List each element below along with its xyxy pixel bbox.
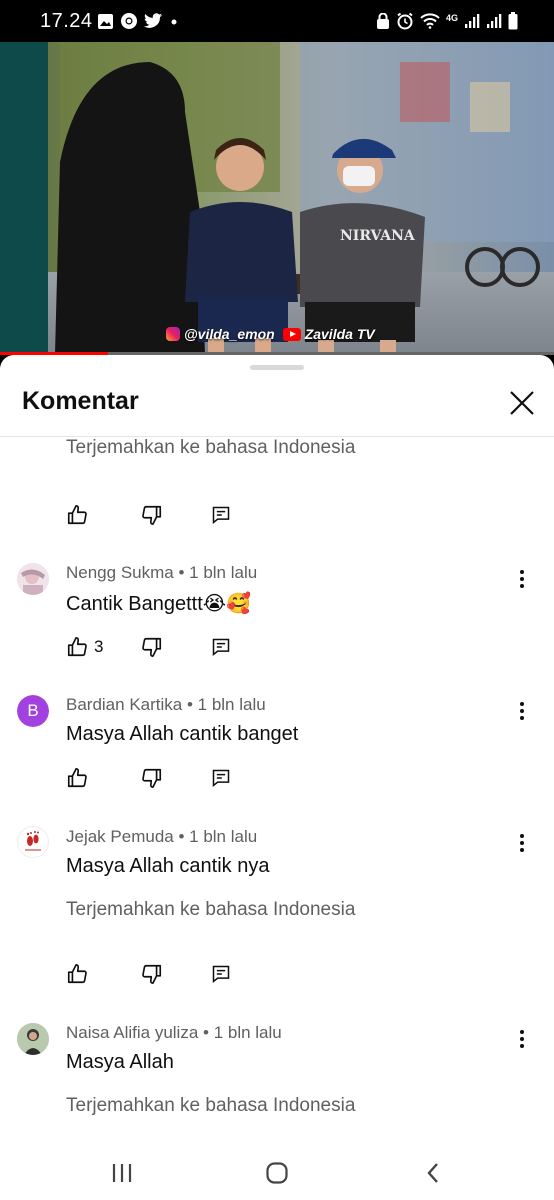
more-options-icon[interactable] (512, 1027, 532, 1051)
status-right-icons: 4G (376, 12, 518, 30)
thumbs-up-icon (67, 768, 87, 788)
thumbs-down-icon (142, 505, 162, 525)
comment-author[interactable]: Nengg Sukma (66, 563, 174, 582)
home-icon (266, 1162, 288, 1184)
avatar-image (17, 563, 49, 595)
dislike-button[interactable] (141, 962, 163, 986)
gallery-icon (98, 13, 113, 29)
status-bar: 17.24 4G (0, 0, 554, 42)
signal-icon (465, 14, 480, 28)
signal-icon (487, 14, 502, 28)
comment-actions (66, 962, 266, 986)
youtube-icon (282, 327, 301, 341)
reply-button[interactable] (211, 635, 231, 659)
sheet-drag-handle[interactable] (250, 365, 304, 370)
video-player[interactable]: NIRVANA (0, 42, 554, 354)
dislike-button[interactable] (141, 635, 163, 659)
back-button[interactable] (413, 1153, 453, 1193)
avatar-letter: B (17, 695, 49, 727)
chrome-icon (121, 13, 137, 29)
translate-link[interactable]: Terjemahkan ke bahasa Indonesia (66, 1095, 355, 1117)
comment-text: Masya Allah (66, 1051, 174, 1073)
watermark-instagram: @vilda_emon (184, 326, 275, 342)
sheet-title: Komentar (22, 387, 139, 415)
reply-button[interactable] (211, 503, 231, 527)
status-left-icons (97, 12, 179, 30)
like-button[interactable]: 3 (66, 635, 103, 659)
comment-time: 1 bln lalu (197, 695, 266, 714)
comment-meta: Naisa Alifia yuliza • 1 bln lalu (66, 1023, 282, 1042)
thumbs-down-icon (142, 637, 162, 657)
system-nav-bar (0, 1145, 554, 1200)
dot-icon (171, 19, 177, 25)
comment-text: Masya Allah cantik nya (66, 855, 270, 877)
watermark-youtube: Zavilda TV (304, 326, 375, 342)
footprint-logo-icon (25, 831, 41, 851)
comment-time: 1 bln lalu (213, 1023, 282, 1042)
network-type-label: 4G (445, 12, 458, 23)
reply-button[interactable] (211, 766, 231, 790)
dislike-button[interactable] (141, 766, 163, 790)
thumbs-up-icon (67, 637, 87, 657)
instagram-icon (166, 327, 180, 341)
comment-meta: Bardian Kartika • 1 bln lalu (66, 695, 266, 714)
more-options-icon[interactable] (512, 567, 532, 591)
recents-icon (112, 1164, 132, 1182)
thumbs-up-icon (67, 964, 87, 984)
like-button[interactable] (66, 962, 88, 986)
avatar[interactable] (17, 826, 49, 858)
comment-author[interactable]: Naisa Alifia yuliza (66, 1023, 198, 1042)
like-button[interactable] (66, 766, 88, 790)
comment-time: 1 bln lalu (189, 827, 258, 846)
comment-meta: Nengg Sukma • 1 bln lalu (66, 563, 258, 582)
alarm-icon (397, 12, 413, 30)
recents-button[interactable] (102, 1153, 142, 1193)
video-frame: NIRVANA (0, 42, 554, 354)
wifi-icon (420, 13, 440, 29)
translate-link[interactable]: Terjemahkan ke bahasa Indonesia (66, 437, 355, 459)
more-options-icon[interactable] (512, 831, 532, 855)
reply-icon (212, 769, 230, 788)
video-watermark: @vilda_emon Zavilda TV (166, 326, 375, 342)
lock-icon (376, 12, 389, 29)
comment-text: Masya Allah cantik banget (66, 723, 299, 745)
comments-sheet: Komentar Terjemahkan ke bahasa Indonesia… (0, 355, 554, 1145)
like-button[interactable] (66, 503, 88, 527)
more-options-icon[interactable] (512, 699, 532, 723)
back-icon (427, 1163, 438, 1183)
battery-icon (508, 12, 518, 30)
dislike-button[interactable] (141, 503, 163, 527)
avatar[interactable]: B (17, 695, 49, 727)
comment-text: Cantik Bangettt😭🥰 (66, 593, 252, 615)
reply-icon (212, 965, 230, 984)
comment-meta: Jejak Pemuda • 1 bln lalu (66, 827, 258, 846)
avatar-image (17, 1023, 49, 1055)
comment-author[interactable]: Bardian Kartika (66, 695, 182, 714)
avatar[interactable] (17, 563, 49, 595)
home-button[interactable] (257, 1153, 297, 1193)
reply-icon (212, 506, 230, 525)
comment-actions (66, 503, 266, 527)
thumbs-down-icon (142, 964, 162, 984)
status-time: 17.24 (40, 10, 93, 32)
thumbs-down-icon (142, 768, 162, 788)
reply-icon (212, 638, 230, 657)
shirt-text: NIRVANA (340, 228, 416, 244)
comment-author[interactable]: Jejak Pemuda (66, 827, 174, 846)
comment-time: 1 bln lalu (189, 563, 258, 582)
comment-actions: 3 (66, 635, 266, 659)
translate-link[interactable]: Terjemahkan ke bahasa Indonesia (66, 899, 355, 921)
avatar[interactable] (17, 1023, 49, 1055)
like-count: 3 (94, 637, 104, 656)
twitter-icon (144, 13, 162, 28)
comment-actions (66, 766, 266, 790)
reply-button[interactable] (211, 962, 231, 986)
thumbs-up-icon (67, 505, 87, 525)
close-icon[interactable] (506, 387, 538, 419)
